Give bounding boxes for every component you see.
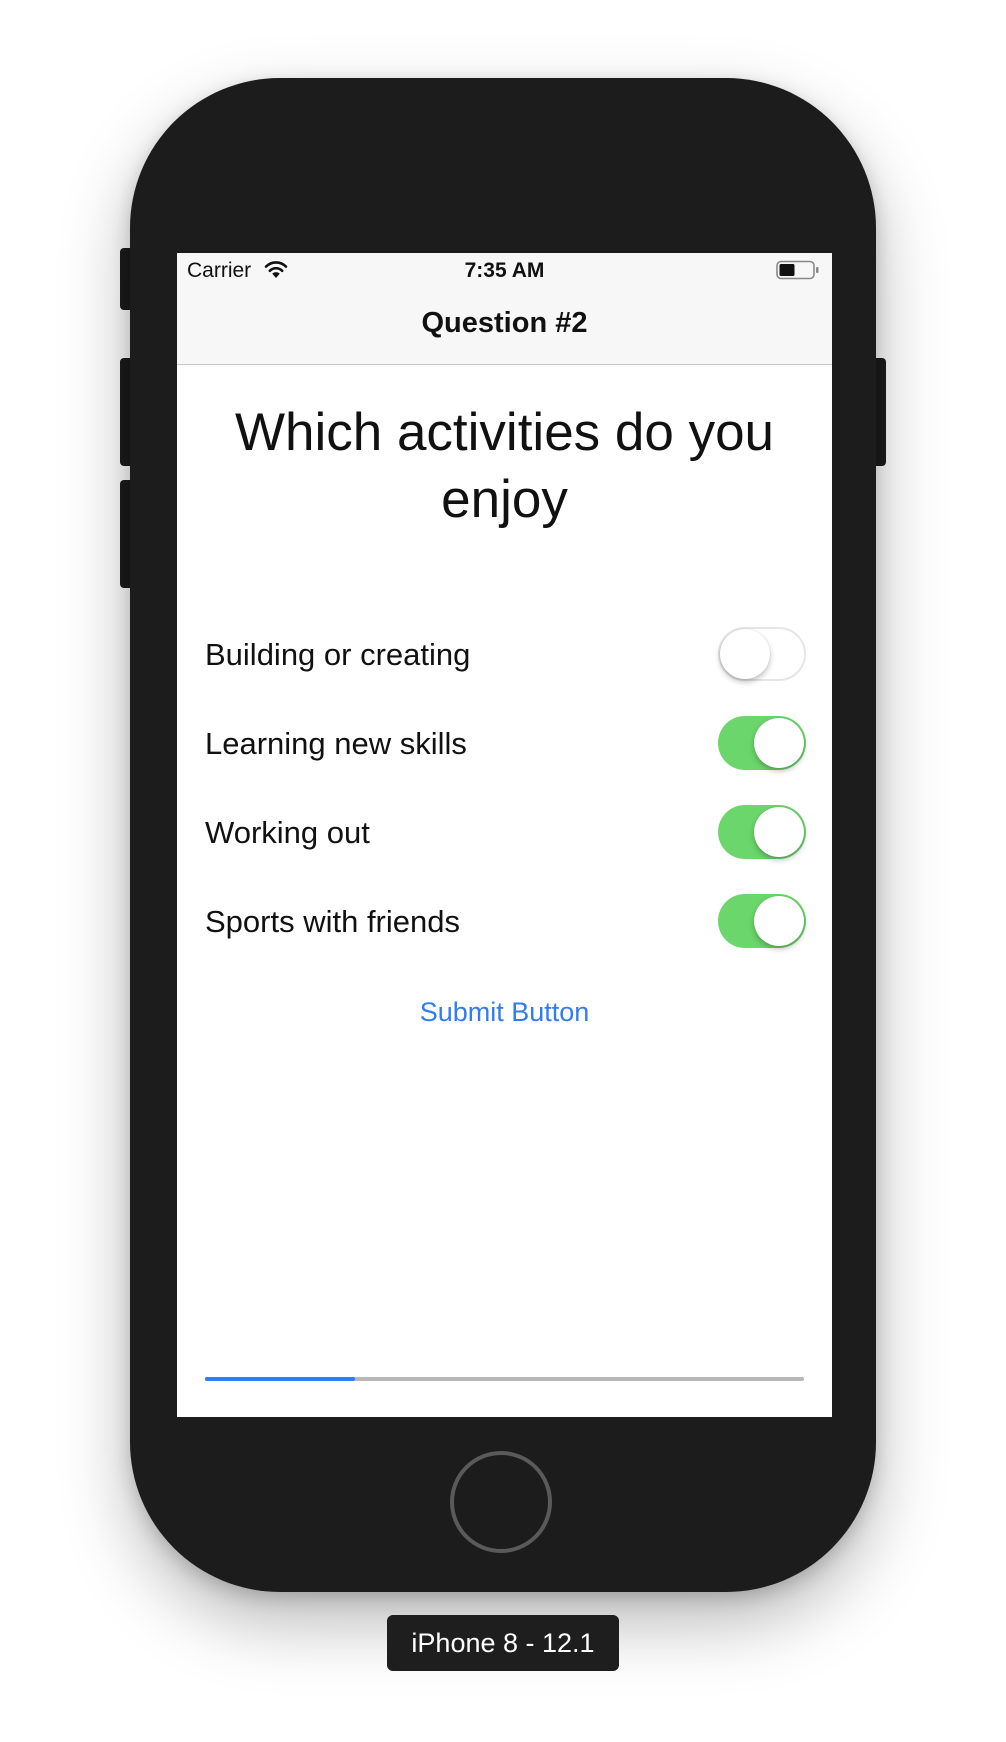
toggle-knob [720, 629, 770, 679]
option-row: Sports with friends [177, 890, 832, 950]
home-button[interactable] [450, 1451, 552, 1553]
option-row: Building or creating [177, 623, 832, 683]
option-label: Sports with friends [205, 904, 460, 939]
option-label: Learning new skills [205, 726, 467, 761]
option-toggle[interactable] [718, 716, 806, 770]
progress-bar [205, 1377, 804, 1381]
submit-button[interactable]: Submit Button [177, 997, 832, 1028]
option-row: Working out [177, 801, 832, 861]
toggle-knob [754, 807, 804, 857]
option-label: Building or creating [205, 637, 471, 672]
question-heading: Which activities do you enjoy [234, 403, 775, 529]
option-toggle[interactable] [718, 894, 806, 948]
option-label: Working out [205, 815, 370, 850]
option-row: Learning new skills [177, 712, 832, 772]
toggle-knob [754, 896, 804, 946]
screen: Carrier 7:35 AM Question #2 Which activi… [177, 253, 832, 1417]
navigation-bar: Question #2 [177, 289, 832, 365]
device-label: iPhone 8 - 12.1 [387, 1615, 619, 1671]
battery-icon [776, 260, 819, 280]
toggle-knob [754, 718, 804, 768]
clock: 7:35 AM [464, 259, 545, 282]
progress-fill [205, 1377, 355, 1381]
option-toggle[interactable] [718, 627, 806, 681]
status-bar: Carrier 7:35 AM [177, 253, 832, 289]
page-title: Question #2 [421, 307, 588, 339]
option-toggle[interactable] [718, 805, 806, 859]
